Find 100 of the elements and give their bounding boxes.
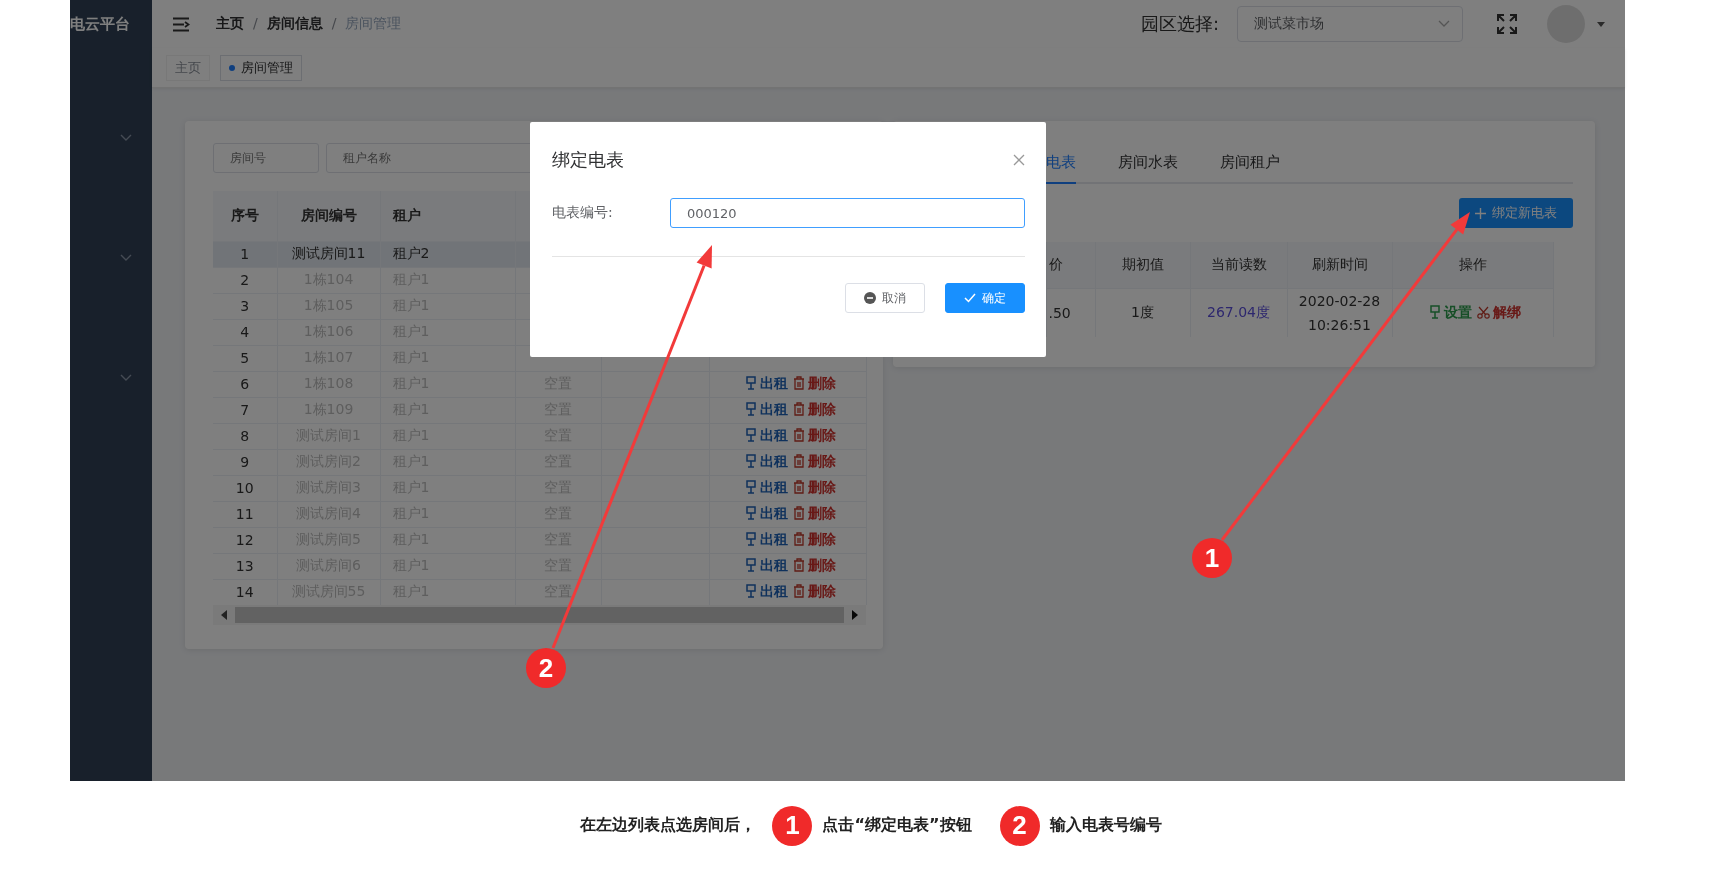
table-cell: 267.04度 (1190, 288, 1287, 337)
column-header: 价 (1046, 242, 1095, 288)
lamp-icon (1429, 304, 1441, 319)
delete-link[interactable]: 删除 (807, 401, 836, 417)
unbind-link[interactable]: 解绑 (1493, 303, 1521, 320)
table-cell: 10 (213, 475, 277, 501)
caret-icon (1597, 21, 1605, 27)
table-cell: 3 (213, 293, 277, 319)
chevron-icon[interactable] (120, 254, 132, 262)
settings-link[interactable]: 设置 (1444, 303, 1472, 320)
rent-link[interactable]: 出租 (759, 453, 788, 469)
lamp-icon (744, 532, 757, 546)
caret-icon (1438, 20, 1450, 28)
table-cell: 租户2 (380, 241, 515, 267)
tab[interactable]: 房间租户 (1220, 143, 1280, 184)
dialog-title: 绑定电表 (552, 148, 624, 172)
rent-link[interactable]: 出租 (759, 479, 788, 495)
delete-link[interactable]: 删除 (807, 375, 836, 391)
lamp-icon (744, 428, 757, 442)
trash-icon (792, 428, 805, 442)
menu-icon[interactable] (172, 16, 190, 32)
column-header: 刷新时间 (1287, 242, 1392, 288)
column-header: 当前读数 (1190, 242, 1287, 288)
caption-text: 在左边列表点选房间后， (580, 815, 757, 836)
column-header: 期初值 (1095, 242, 1190, 288)
trash-icon (792, 584, 805, 599)
delete-link[interactable]: 删除 (807, 427, 836, 443)
step-number-badge: 2 (999, 805, 1040, 846)
lamp-icon (744, 584, 757, 599)
trash-icon (792, 506, 805, 520)
table-cell: 12 (213, 527, 277, 553)
plus-icon (1475, 207, 1486, 219)
check-icon (964, 293, 976, 303)
chevron-icon[interactable] (120, 134, 132, 142)
table-cell: 5 (213, 345, 277, 371)
delete-link[interactable]: 删除 (807, 479, 836, 495)
column-header: 操作 (1392, 242, 1553, 288)
rent-link[interactable]: 出租 (759, 427, 788, 443)
table-cell: 2 (213, 267, 277, 293)
trash-icon (792, 558, 805, 572)
rent-link[interactable]: 出租 (759, 401, 788, 417)
table-cell: 8 (213, 423, 277, 449)
chevron-icon[interactable] (120, 374, 132, 382)
breadcrumb-separator: / (253, 15, 258, 33)
horizontal-scrollbar[interactable] (213, 605, 866, 625)
trash-icon (792, 376, 805, 390)
trash-icon (792, 454, 805, 468)
tab[interactable]: 房间水表 (1118, 143, 1178, 184)
delete-link[interactable]: 删除 (807, 505, 836, 521)
breadcrumb-separator: / (331, 15, 337, 33)
rent-link[interactable]: 出租 (759, 505, 788, 521)
lamp-icon (744, 376, 757, 390)
table-cell: 7 (213, 397, 277, 423)
breadcrumb-link[interactable]: 房间信息 (266, 15, 323, 33)
lamp-icon (744, 558, 757, 572)
field-label: 电表编号: (552, 203, 614, 222)
table-cell: 9 (213, 449, 277, 475)
meter-number-field[interactable]: 000120 (670, 198, 1025, 228)
table-cell: 6 (213, 371, 277, 397)
minus-circle-icon (864, 292, 876, 304)
fullscreen-icon[interactable] (1497, 14, 1517, 34)
lamp-icon (744, 480, 757, 494)
park-label: 园区选择: (1140, 12, 1219, 36)
table-cell: 1度 (1095, 288, 1190, 337)
delete-link[interactable]: 删除 (807, 453, 836, 469)
lamp-icon (744, 506, 757, 520)
confirm-button[interactable]: 确定 (945, 283, 1025, 313)
breadcrumb-link[interactable]: 主页 (216, 15, 244, 33)
scroll-right-icon (852, 610, 858, 620)
rent-link[interactable]: 出租 (759, 557, 788, 573)
column-header: 房间编号 (277, 191, 380, 241)
table-cell: 4 (213, 319, 277, 345)
lamp-icon (744, 402, 757, 416)
delete-link[interactable]: 删除 (807, 583, 836, 600)
trash-icon (792, 532, 805, 546)
trash-icon (792, 480, 805, 494)
rent-link[interactable]: 出租 (759, 531, 788, 547)
app-logo-text: 电云平台 (70, 14, 130, 35)
park-select[interactable]: 测试菜市场 (1237, 6, 1463, 42)
trash-icon (792, 402, 805, 416)
table-cell: 13 (213, 553, 277, 579)
delete-link[interactable]: 删除 (807, 531, 836, 547)
close-icon[interactable] (1013, 154, 1025, 166)
table-cell: 11 (213, 501, 277, 527)
cancel-button[interactable]: 取消 (845, 283, 925, 313)
caption-text: 输入电表号编号 (1049, 815, 1162, 836)
rent-link[interactable]: 出租 (759, 583, 788, 600)
scissors-icon (1477, 305, 1490, 319)
bind-meter-button[interactable]: 绑定新电表 (1459, 198, 1573, 228)
delete-link[interactable]: 删除 (807, 557, 836, 573)
caption-text: 点击“绑定电表”按钮 (822, 815, 972, 836)
tag[interactable]: 房间管理 (220, 54, 302, 81)
scroll-left-icon (221, 610, 227, 620)
step-number-badge: 1 (772, 805, 813, 846)
filter-field[interactable]: 房间号 (213, 143, 319, 173)
table-cell: 1 (213, 241, 277, 267)
table-cell: 测试房间11 (277, 241, 380, 267)
rent-link[interactable]: 出租 (759, 375, 788, 391)
column-header: 租户 (380, 191, 515, 241)
table-cell: 2020-02-28 10:26:51 (1287, 288, 1392, 337)
